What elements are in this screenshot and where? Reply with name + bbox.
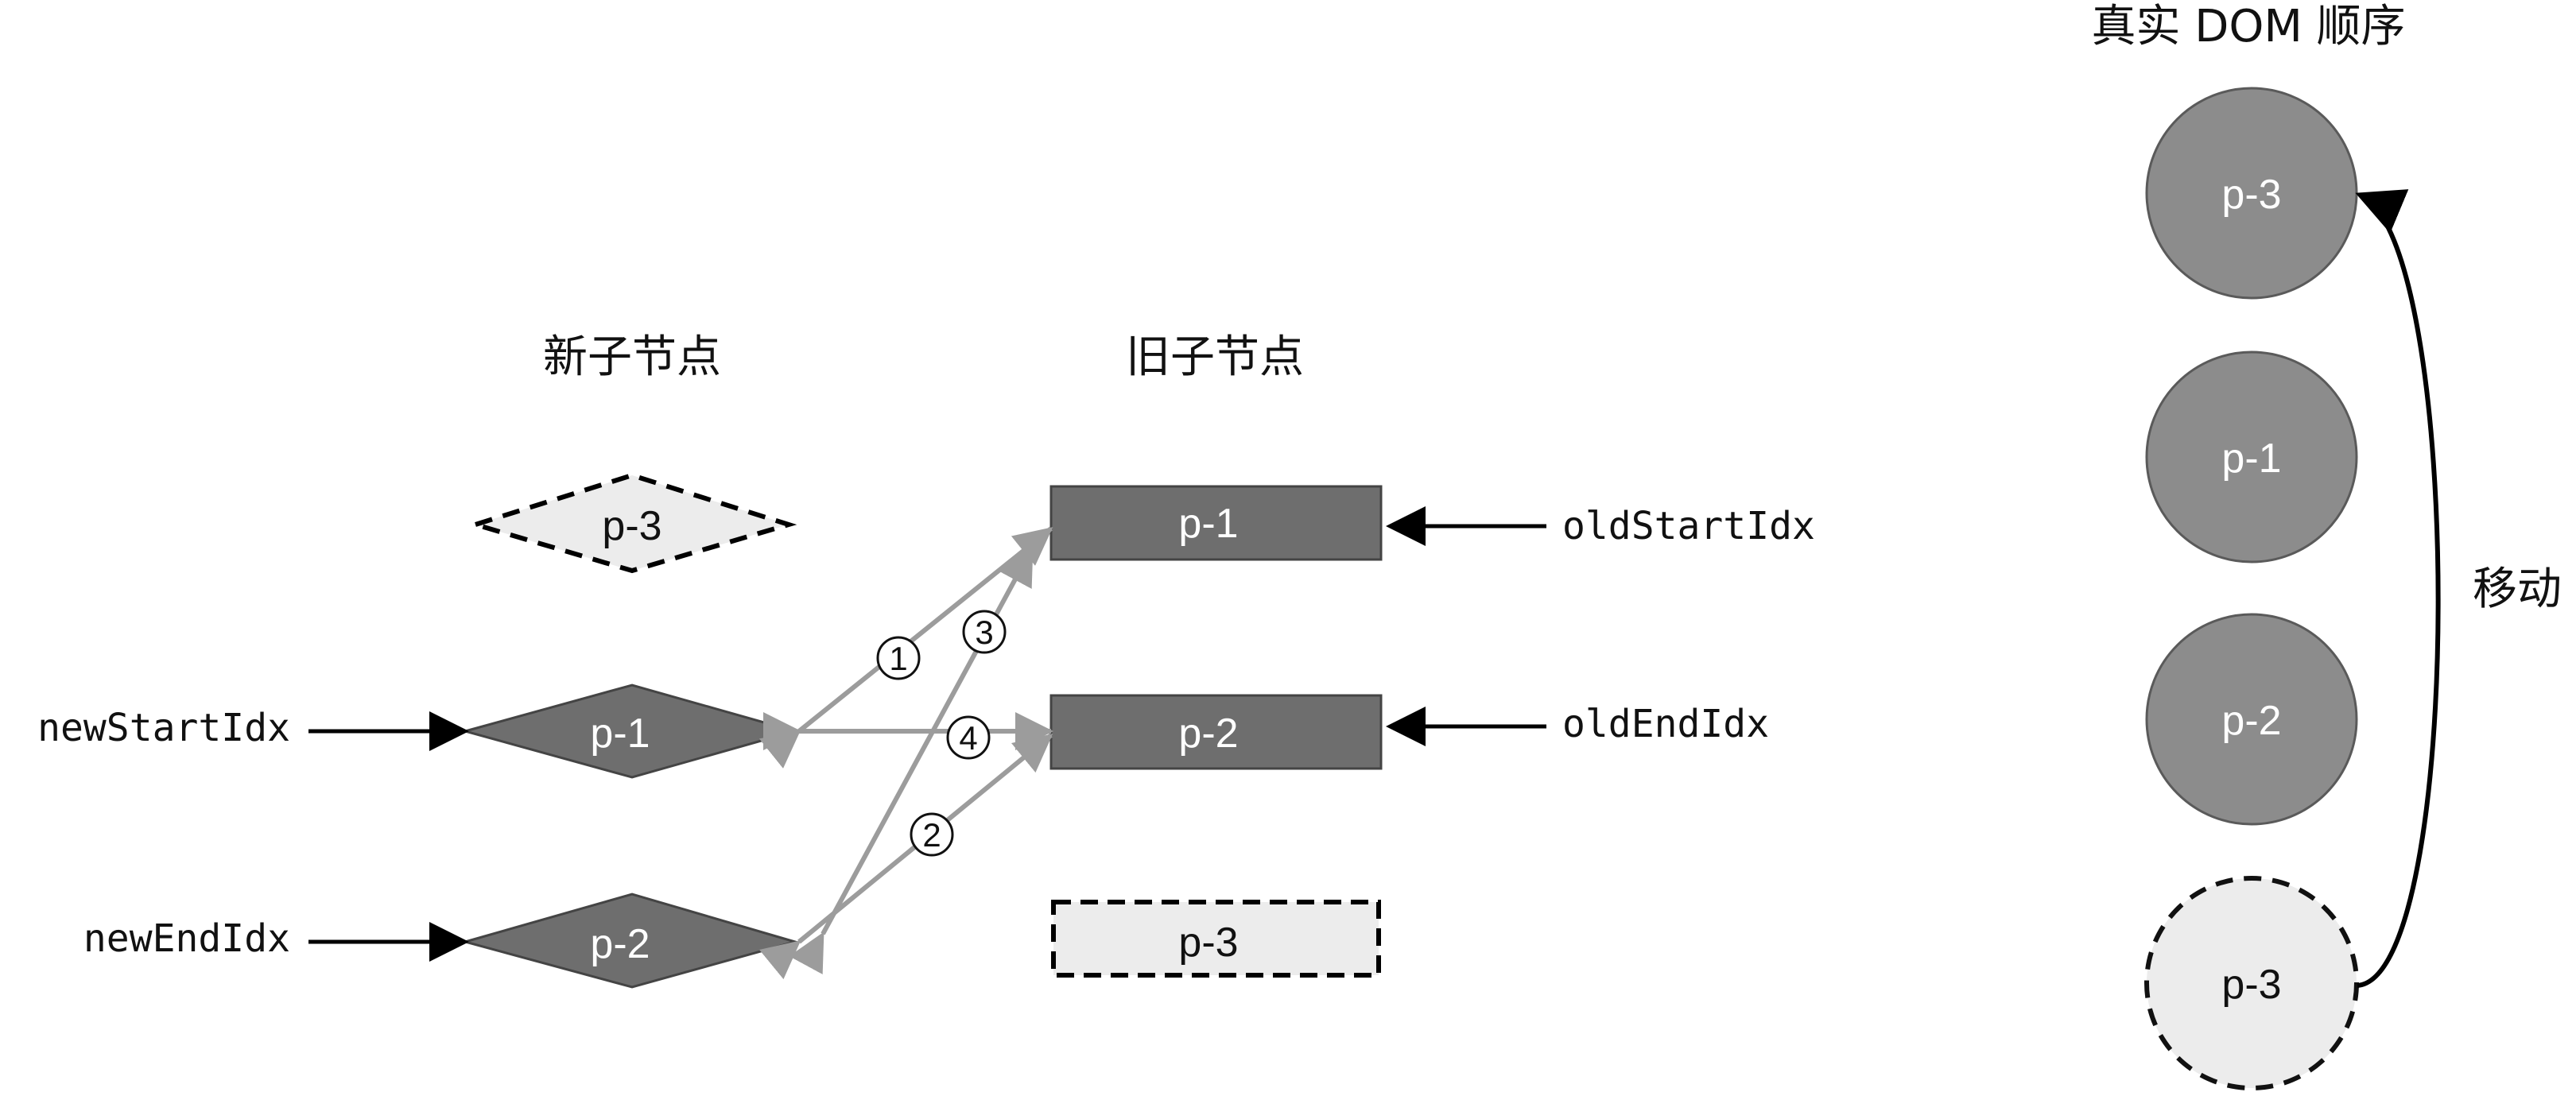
- real-dom-node-2-label: p-1: [2221, 436, 2281, 482]
- compare-arrow-step-3: [789, 546, 1034, 974]
- step-1-number: 1: [889, 640, 907, 677]
- step-3-marker: 3: [962, 610, 1007, 654]
- old-child-end-label: p-2: [1178, 711, 1238, 757]
- old-end-idx-label: oldEndIdx: [1562, 702, 1769, 746]
- old-child-ghost-p3: p-3: [1051, 900, 1381, 978]
- new-child-start-label: p-1: [590, 711, 650, 757]
- old-start-idx-label: oldStartIdx: [1562, 504, 1815, 548]
- real-dom-node-3: p-2: [2145, 613, 2358, 826]
- old-child-start-label: p-1: [1178, 501, 1238, 547]
- step-2-marker: 2: [910, 812, 954, 857]
- real-dom-order-title: 真实 DOM 顺序: [2091, 1, 2405, 52]
- old-children-title: 旧子节点: [1126, 331, 1304, 383]
- old-child-ghost-label: p-3: [1178, 920, 1238, 966]
- real-dom-node-4-moved: p-3: [2144, 876, 2359, 1090]
- real-dom-node-1-label: p-3: [2221, 172, 2281, 218]
- new-child-end-label: p-2: [590, 921, 650, 967]
- vdom-diff-diagram: 新子节点 旧子节点 真实 DOM 顺序 p-3 p-1 p-2 p-1 p-2 …: [37, 1, 2562, 1090]
- step-4-number: 4: [959, 719, 977, 757]
- step-4-marker: 4: [946, 715, 991, 760]
- step-1-marker: 1: [876, 636, 921, 680]
- new-child-ghost-p3: p-3: [467, 472, 797, 574]
- old-child-end-p2: p-2: [1049, 694, 1383, 770]
- real-dom-node-1: p-3: [2145, 87, 2358, 300]
- real-dom-node-3-label: p-2: [2221, 698, 2281, 744]
- real-dom-node-2: p-1: [2145, 350, 2358, 563]
- old-child-start-p1: p-1: [1049, 485, 1383, 561]
- new-children-title: 新子节点: [543, 331, 721, 383]
- move-label: 移动: [2473, 563, 2562, 615]
- new-end-idx-label: newEndIdx: [83, 916, 290, 961]
- new-start-idx-label: newStartIdx: [37, 706, 290, 750]
- move-arrow: [2355, 189, 2441, 988]
- step-2-number: 2: [922, 816, 941, 854]
- new-child-end-p2: p-2: [460, 893, 800, 989]
- real-dom-node-4-label: p-3: [2221, 962, 2281, 1008]
- compare-arrow-step-1: [758, 526, 1053, 769]
- step-3-number: 3: [975, 614, 993, 651]
- new-child-ghost-label: p-3: [602, 503, 661, 549]
- new-child-start-p1: p-1: [460, 684, 800, 779]
